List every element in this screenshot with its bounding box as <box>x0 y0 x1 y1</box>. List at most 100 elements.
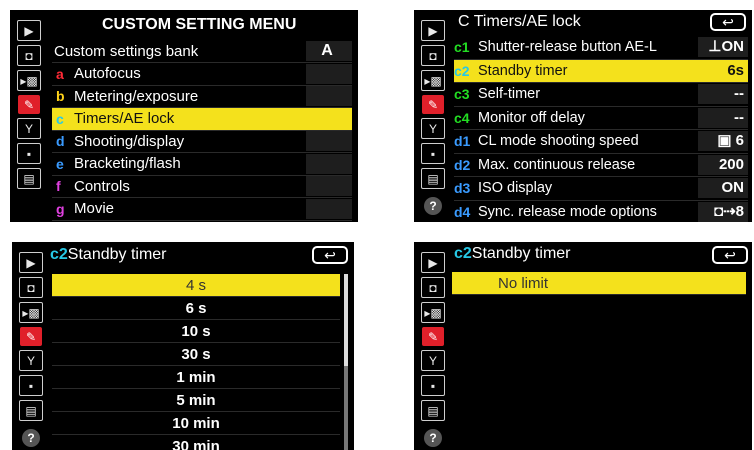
scroll-thumb[interactable] <box>344 274 348 366</box>
setting-value: ▣ 6 <box>698 131 748 152</box>
wrench-icon[interactable]: Y <box>421 118 445 139</box>
timers-ae-lock-screen: ▶ ◘ ▸▩ ✎ Y ▪ ▤? C Timers/AE lock ↩ c1 Shutter-r… <box>414 10 752 222</box>
pencil-icon[interactable]: ✎ <box>422 327 444 346</box>
camera-icon[interactable]: ◘ <box>19 277 43 298</box>
wrench-icon[interactable]: Y <box>19 350 43 371</box>
back-button[interactable]: ↩ <box>710 13 746 31</box>
retouch-icon[interactable]: ▪ <box>421 375 445 396</box>
setting-code: d1 <box>454 133 471 150</box>
back-button[interactable]: ↩ <box>312 246 348 264</box>
option-6-s[interactable]: 6 s <box>52 297 340 320</box>
option-10-min[interactable]: 10 min <box>52 412 340 435</box>
my-menu-icon[interactable]: ▤ <box>19 400 43 421</box>
pencil-icon[interactable]: ✎ <box>422 95 444 114</box>
setting-code: d3 <box>454 180 471 197</box>
item-label: Movie <box>74 200 115 218</box>
option-10-s[interactable]: 10 s <box>52 320 340 343</box>
menu-item-metering-exposure[interactable]: b Metering/exposure <box>52 86 352 108</box>
item-code: c <box>56 110 64 127</box>
wrench-icon[interactable]: Y <box>17 118 41 139</box>
setting-label: Max. continuous release <box>478 156 636 173</box>
menu-title: CUSTOM SETTING MENU <box>102 16 297 33</box>
setting-value: 6s <box>698 60 748 81</box>
retouch-icon[interactable]: ▪ <box>17 143 41 164</box>
option-1-min[interactable]: 1 min <box>52 366 340 389</box>
item-label: Controls <box>74 177 130 195</box>
my-menu-icon[interactable]: ▤ <box>421 400 445 421</box>
item-code: g <box>56 200 65 217</box>
setting-row-d3[interactable]: d3 ISO display ON <box>454 177 748 201</box>
setting-row-d1[interactable]: d1 CL mode shooting speed ▣ 6 <box>454 130 748 154</box>
setting-code: c2 <box>50 246 68 263</box>
movie-icon[interactable]: ▸▩ <box>19 302 43 323</box>
menu-item-controls[interactable]: f Controls <box>52 176 352 198</box>
setting-label: CL mode shooting speed <box>478 133 639 150</box>
setting-value: ON <box>698 178 748 199</box>
setting-code: d2 <box>454 156 471 173</box>
playback-icon[interactable]: ▶ <box>19 252 43 273</box>
back-button[interactable]: ↩ <box>712 246 748 264</box>
bank-value: A <box>306 41 352 61</box>
option-no-limit[interactable]: No limit <box>452 272 746 295</box>
setting-row-c2[interactable]: c2 Standby timer 6s <box>454 59 748 83</box>
item-value-slot <box>306 86 352 107</box>
help-icon[interactable]: ? <box>424 429 442 447</box>
camera-icon[interactable]: ◘ <box>421 45 445 66</box>
setting-label: Monitor off delay <box>478 109 585 126</box>
setting-code: c2 <box>454 62 470 79</box>
menu-item-shooting-display[interactable]: d Shooting/display <box>52 131 352 153</box>
item-value-slot <box>306 131 352 152</box>
setting-row-d2[interactable]: d2 Max. continuous release 200 <box>454 154 748 177</box>
item-value-slot <box>306 108 352 129</box>
my-menu-icon[interactable]: ▤ <box>421 168 445 189</box>
setting-row-d4[interactable]: d4 Sync. release mode options ◘⇢8 <box>454 201 748 223</box>
setting-label: ISO display <box>478 180 553 197</box>
setting-code: c2 <box>454 245 472 262</box>
scrollbar[interactable] <box>344 274 348 450</box>
option-30-s[interactable]: 30 s <box>52 343 340 366</box>
option-30-min[interactable]: 30 min <box>52 435 340 450</box>
setting-name: Standby timer <box>67 246 167 263</box>
setting-row-c3[interactable]: c3 Self-timer -- <box>454 83 748 107</box>
option-4-s[interactable]: 4 s <box>52 274 340 297</box>
help-icon[interactable]: ? <box>424 197 442 215</box>
movie-icon[interactable]: ▸▩ <box>17 70 41 91</box>
retouch-icon[interactable]: ▪ <box>421 143 445 164</box>
setting-code: c1 <box>454 39 470 56</box>
camera-icon[interactable]: ◘ <box>421 277 445 298</box>
my-menu-icon[interactable]: ▤ <box>17 168 41 189</box>
pencil-icon[interactable]: ✎ <box>20 327 42 346</box>
menu-item-timers-ae-lock[interactable]: c Timers/AE lock <box>52 108 352 131</box>
wrench-icon[interactable]: Y <box>421 350 445 371</box>
movie-icon[interactable]: ▸▩ <box>421 70 445 91</box>
setting-code: d4 <box>454 203 471 220</box>
menu-sidebar: ▶ ◘ ▸▩ ✎ Y ▪ ▤ <box>10 10 48 222</box>
item-code: a <box>56 65 64 82</box>
menu-sidebar: ▶ ◘ ▸▩ ✎ Y ▪ ▤? <box>414 242 452 450</box>
pencil-icon[interactable]: ✎ <box>18 95 40 114</box>
retouch-icon[interactable]: ▪ <box>19 375 43 396</box>
menu-item-autofocus[interactable]: a Autofocus <box>52 63 352 86</box>
setting-label: Self-timer <box>478 86 541 103</box>
movie-icon[interactable]: ▸▩ <box>421 302 445 323</box>
standby-timer-screen: ▶ ◘ ▸▩ ✎ Y ▪ ▤? c2Standby timer ↩ 4 s6 s 10 s 30… <box>12 242 354 450</box>
item-value-slot <box>306 63 352 84</box>
setting-value: -- <box>698 84 748 105</box>
menu-item-bracketing-flash[interactable]: e Bracketing/flash <box>52 153 352 176</box>
playback-icon[interactable]: ▶ <box>17 20 41 41</box>
option-5-min[interactable]: 5 min <box>52 389 340 412</box>
item-value-slot <box>306 198 352 219</box>
help-icon[interactable]: ? <box>22 429 40 447</box>
item-value-slot <box>306 153 352 174</box>
setting-row-c4[interactable]: c4 Monitor off delay -- <box>454 107 748 130</box>
item-label: Bracketing/flash <box>74 155 181 173</box>
menu-item-movie[interactable]: g Movie <box>52 198 352 221</box>
item-label: Autofocus <box>74 65 141 83</box>
custom-settings-bank-row[interactable]: Custom settings bank A <box>52 40 352 63</box>
camera-icon[interactable]: ◘ <box>17 45 41 66</box>
setting-title: c2Standby timer <box>454 245 571 263</box>
playback-icon[interactable]: ▶ <box>421 20 445 41</box>
playback-icon[interactable]: ▶ <box>421 252 445 273</box>
setting-row-c1[interactable]: c1 Shutter-release button AE-L ⊥ON <box>454 36 748 60</box>
item-value-slot <box>306 176 352 197</box>
